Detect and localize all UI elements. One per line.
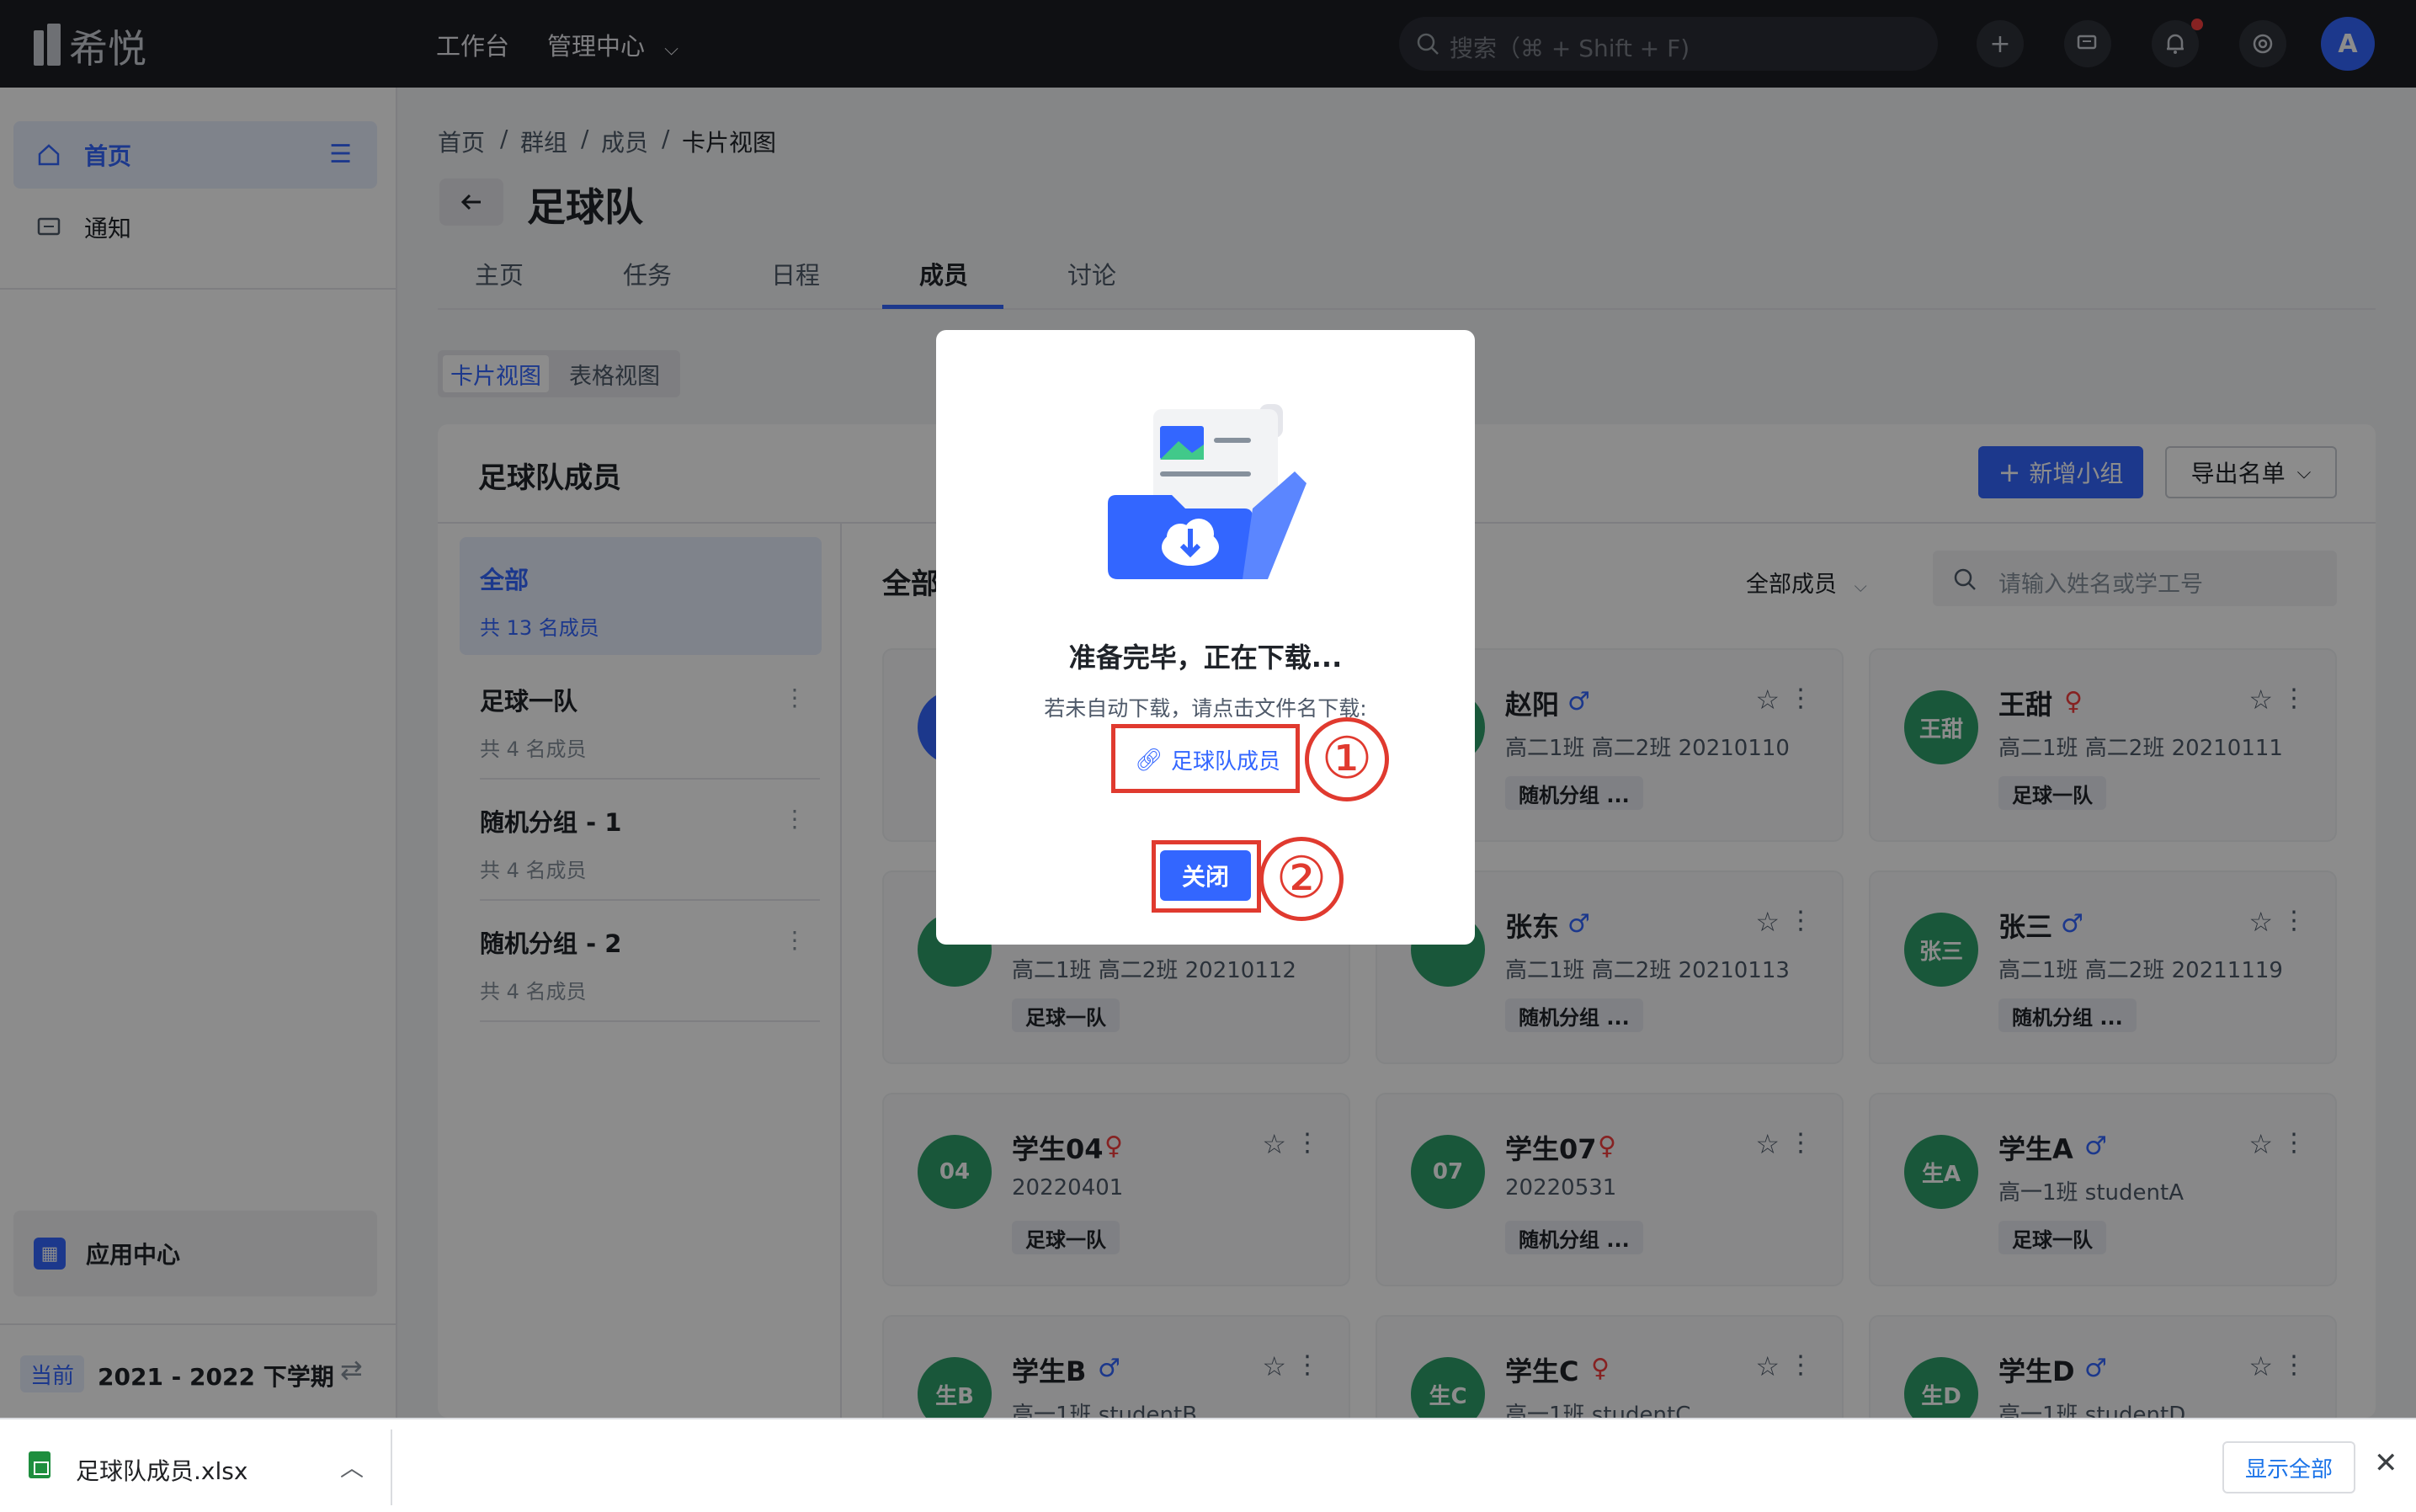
step-marker-2: ②: [1259, 837, 1344, 921]
show-all-downloads-button[interactable]: 显示全部: [2222, 1441, 2355, 1493]
close-dialog-button[interactable]: 关闭: [1160, 850, 1251, 901]
file-link-label: 足球队成员: [1171, 749, 1281, 775]
spreadsheet-file-icon: [29, 1451, 51, 1478]
dialog-hint: 若未自动下载，请点击文件名下载:: [1044, 696, 1367, 721]
file-download-link[interactable]: 🔗︎ 足球队成员: [1135, 744, 1280, 775]
chevron-up-icon[interactable]: ︿: [340, 1450, 364, 1483]
close-download-bar-icon[interactable]: ✕: [2374, 1446, 2398, 1480]
step-marker-1: ①: [1305, 717, 1389, 801]
dialog-title: 准备完毕，正在下载...: [1068, 642, 1343, 673]
folder-download-illustration: [1108, 404, 1306, 579]
download-bar-divider: [391, 1429, 392, 1505]
downloaded-file-name[interactable]: 足球队成员.xlsx: [76, 1453, 247, 1487]
paperclip-icon: 🔗︎: [1135, 747, 1163, 773]
